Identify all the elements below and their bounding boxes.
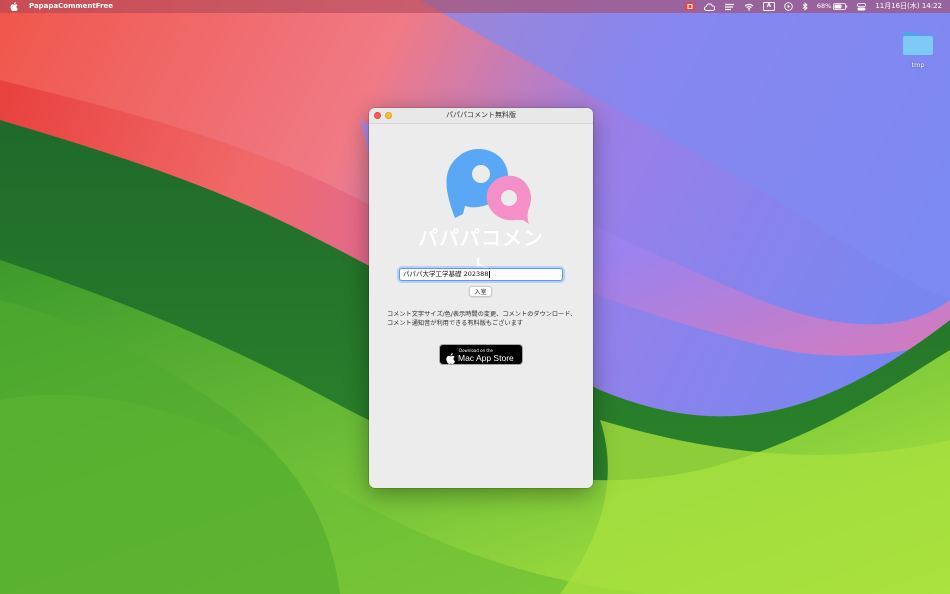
- badge-big-text: Mac App Store: [458, 352, 514, 363]
- folder-icon: [903, 32, 933, 55]
- enter-room-button[interactable]: 入室: [469, 286, 492, 297]
- room-name-value: パパパ大学工学基礎 202388: [403, 270, 489, 278]
- battery-percent: 68%: [816, 2, 832, 10]
- mac-app-store-badge[interactable]: Download on the Mac App Store: [439, 344, 523, 365]
- wifi-icon[interactable]: [744, 0, 754, 13]
- logo-bubbles-icon: [446, 149, 532, 224]
- window-title: パパパコメント無料版: [446, 111, 516, 119]
- play-icon[interactable]: [784, 0, 793, 13]
- cast-icon[interactable]: [724, 0, 735, 13]
- app-window: パパパコメント無料版 パパパコメント パパパ大学工学基礎 202388 入室 コ…: [369, 108, 593, 488]
- title-bar[interactable]: パパパコメント無料版: [369, 108, 593, 124]
- folder-label: tmp: [911, 61, 925, 69]
- promo-text: コメント文字サイズ/色/表示時間の変更、コメントのダウンロード、コメント通知音が…: [387, 311, 577, 327]
- creative-cloud-icon[interactable]: [703, 0, 715, 13]
- apple-icon[interactable]: [10, 1, 19, 12]
- apple-logo-icon: [446, 349, 456, 368]
- battery-status[interactable]: 68%: [817, 0, 848, 13]
- text-caret: [488, 270, 490, 278]
- menu-bar: PapapaCommentFree A 68% 11月16日(木) 14:22: [0, 0, 950, 13]
- battery-icon: [833, 3, 848, 10]
- extension-icon[interactable]: [685, 0, 695, 13]
- input-source-icon[interactable]: A: [762, 0, 775, 13]
- desktop-folder[interactable]: tmp: [899, 30, 937, 69]
- menu-app-name[interactable]: PapapaCommentFree: [29, 0, 113, 13]
- app-logo: パパパコメント: [415, 142, 547, 279]
- menubar-clock[interactable]: 11月16日(木) 14:22: [875, 0, 942, 13]
- room-name-input[interactable]: パパパ大学工学基礎 202388: [399, 268, 563, 281]
- control-center-icon[interactable]: [857, 0, 867, 13]
- bluetooth-icon[interactable]: [802, 0, 808, 13]
